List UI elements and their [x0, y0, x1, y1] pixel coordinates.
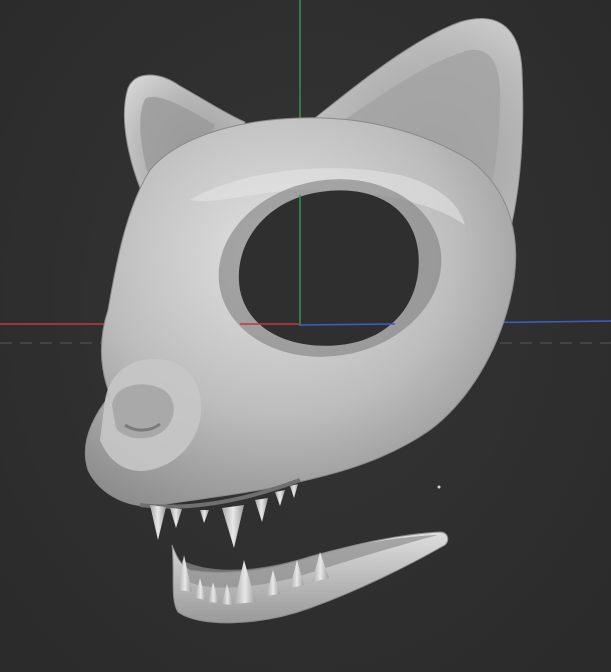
axis-z-through-socket: [299, 323, 396, 326]
pivot-point[interactable]: [437, 485, 441, 489]
cat-skull-mask-model[interactable]: [84, 18, 524, 624]
viewport-canvas[interactable]: [0, 0, 611, 672]
3d-viewport[interactable]: [0, 0, 611, 672]
